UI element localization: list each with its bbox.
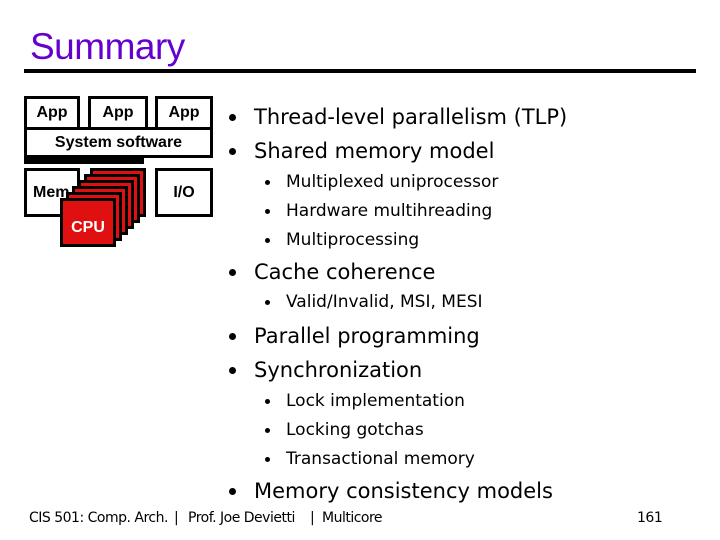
app-box-2: App	[88, 96, 148, 130]
sub-bullet-item: Multiprocessing	[286, 230, 420, 250]
cpu-core-front: CPU	[60, 198, 116, 247]
bullet-item: Cache coherence	[254, 260, 436, 284]
io-box: I/O	[155, 168, 213, 217]
bullet-icon	[229, 488, 236, 495]
bullet-icon	[229, 367, 236, 374]
cpu-label: CPU	[71, 218, 105, 236]
page-number: 161	[637, 510, 663, 526]
system-software-box: System software	[24, 127, 213, 158]
sub-bullet-icon	[265, 300, 270, 305]
sub-bullet-item: Locking gotchas	[286, 420, 424, 440]
footer-instructor: Prof. Joe Devietti	[188, 510, 295, 526]
app-box-1: App	[24, 96, 80, 130]
bullet-item: Parallel programming	[254, 324, 480, 348]
bullet-item: Memory consistency models	[254, 479, 553, 503]
sub-bullet-item: Multiplexed uniprocessor	[286, 172, 499, 192]
sub-bullet-icon	[265, 209, 270, 214]
sub-bullet-item: Hardware multihreading	[286, 201, 493, 221]
sub-bullet-icon	[265, 457, 270, 462]
footer-separator: |	[174, 510, 179, 526]
footer-separator: |	[310, 510, 315, 526]
sub-bullet-icon	[265, 399, 270, 404]
system-bus	[24, 158, 144, 164]
sub-bullet-item: Valid/Invalid, MSI, MESI	[286, 292, 483, 312]
bullet-icon	[229, 333, 236, 340]
app-box-3: App	[155, 96, 213, 130]
sub-bullet-item: Lock implementation	[286, 391, 465, 411]
bullet-item: Shared memory model	[254, 139, 495, 163]
bullet-icon	[229, 269, 236, 276]
bullet-item: Thread-level parallelism (TLP)	[254, 105, 568, 129]
footer-course: CIS 501: Comp. Arch.	[29, 510, 168, 526]
sub-bullet-icon	[265, 238, 270, 243]
bullet-item: Synchronization	[254, 358, 423, 382]
bullet-icon	[229, 148, 236, 155]
sub-bullet-icon	[265, 180, 270, 185]
sub-bullet-item: Transactional memory	[286, 449, 475, 469]
footer-topic: Multicore	[322, 510, 383, 526]
bullet-icon	[229, 114, 236, 121]
sub-bullet-icon	[265, 428, 270, 433]
